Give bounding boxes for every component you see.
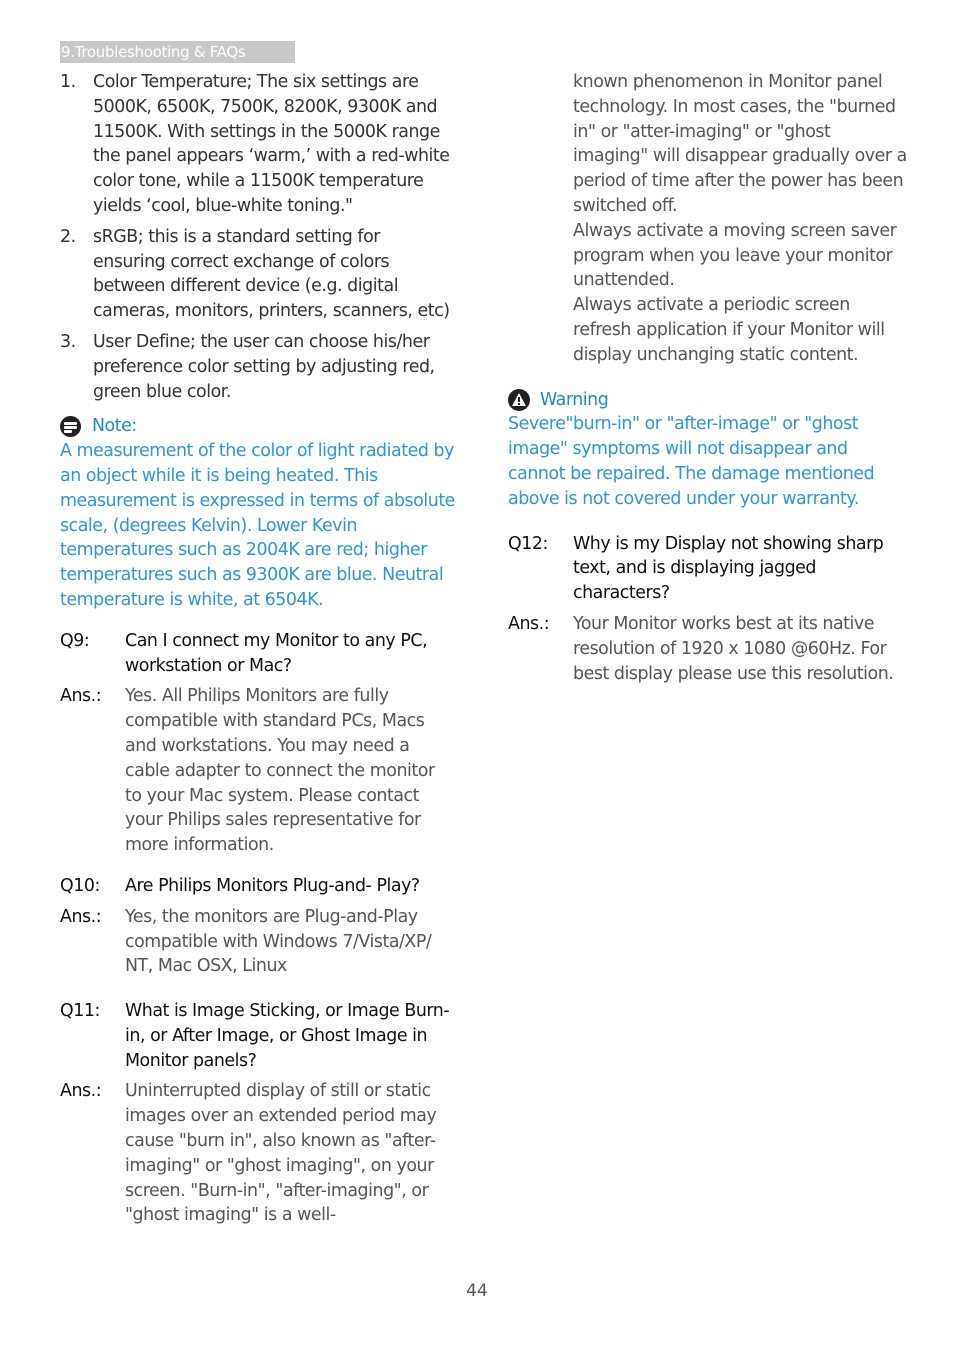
faq-answer: Ans.: Your Monitor works best at its nat… — [508, 612, 908, 686]
faq-question: Q9: Can I connect my Monitor to any PC, … — [60, 629, 455, 679]
answer-continuation: known phenomenon in Monitor panel techno… — [573, 72, 907, 216]
note-title: Note: — [92, 416, 137, 437]
list-item: 3. User Define; the user can choose his/… — [60, 330, 455, 404]
answer-continuation: Always activate a periodic screen refres… — [573, 295, 885, 365]
question-label: Q9: — [60, 630, 90, 651]
faq-answer: Ans.: Uninterrupted display of still or … — [60, 1079, 455, 1228]
answer-text: Yes, the monitors are Plug-and-Play comp… — [125, 906, 432, 977]
note-heading: Note: — [60, 414, 455, 439]
question-text: Why is my Display not showing sharp text… — [573, 533, 884, 604]
question-text: Can I connect my Monitor to any PC, work… — [125, 630, 428, 676]
answer-text: Yes. All Philips Monitors are fully comp… — [125, 686, 435, 856]
answer-label: Ans.: — [508, 613, 550, 634]
list-number: 3. — [60, 331, 76, 352]
list-item: 2. sRGB; this is a standard setting for … — [60, 225, 455, 324]
answer-label: Ans.: — [60, 1081, 102, 1102]
question-label: Q11: — [60, 1001, 100, 1022]
faq-question: Q10: Are Philips Monitors Plug-and- Play… — [60, 874, 455, 899]
answer-text: Your Monitor works best at its native re… — [573, 613, 894, 684]
question-text: Are Philips Monitors Plug-and- Play? — [125, 875, 420, 896]
list-text: User Define; the user can choose his/her… — [93, 331, 435, 402]
question-text: What is Image Sticking, or Image Burn-in… — [125, 1001, 450, 1071]
faq-answer: Ans.: Yes, the monitors are Plug-and-Pla… — [60, 905, 455, 979]
note-body: A measurement of the color of light radi… — [60, 441, 455, 610]
faq-question: Q11: What is Image Sticking, or Image Bu… — [60, 999, 455, 1073]
faq-answer: Ans.: Yes. All Philips Monitors are full… — [60, 684, 455, 858]
warning-body: Severe"burn-in" or "after-image" or "gho… — [508, 414, 875, 509]
answer-text: Uninterrupted display of still or static… — [125, 1081, 437, 1226]
warning-heading: Warning — [508, 388, 908, 413]
warning-icon — [508, 388, 530, 411]
left-column: 1. Color Temperature; The six settings a… — [60, 70, 455, 1228]
list-text: sRGB; this is a standard setting for ens… — [93, 226, 450, 322]
right-column: known phenomenon in Monitor panel techno… — [508, 70, 908, 686]
section-header: 9.Troubleshooting & FAQs — [60, 41, 295, 63]
list-text: Color Temperature; The six settings are … — [93, 72, 450, 216]
warning-title: Warning — [540, 389, 609, 410]
answer-label: Ans.: — [60, 686, 102, 707]
question-label: Q12: — [508, 533, 548, 554]
note-icon — [60, 416, 81, 438]
list-number: 2. — [60, 226, 76, 247]
list-item: 1. Color Temperature; The six settings a… — [60, 70, 455, 219]
answer-label: Ans.: — [60, 906, 102, 927]
faq-question: Q12: Why is my Display not showing sharp… — [508, 532, 908, 606]
list-number: 1. — [60, 72, 76, 92]
question-label: Q10: — [60, 875, 100, 896]
answer-continuation: Always activate a moving screen saver pr… — [573, 220, 897, 291]
page-number: 44 — [466, 1281, 488, 1301]
